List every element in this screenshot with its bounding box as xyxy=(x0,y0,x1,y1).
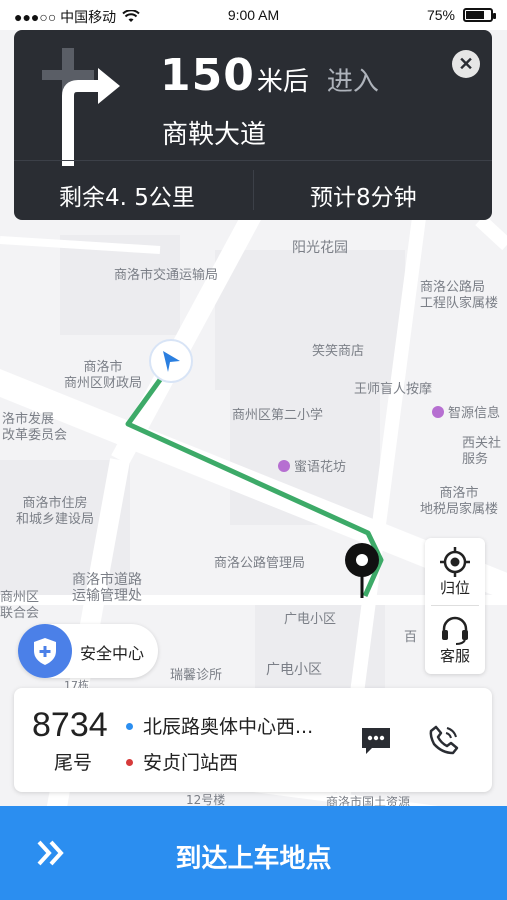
turn-right-arrow-icon xyxy=(42,48,120,166)
map-label: 西关社 服务 xyxy=(462,436,502,467)
map-label: 广电小区 xyxy=(266,662,322,678)
locate-label: 归位 xyxy=(439,579,470,597)
customer-service-label: 客服 xyxy=(439,647,470,665)
turn-action: 进入 xyxy=(326,67,379,97)
map-label: 阳光花园 xyxy=(292,240,348,256)
map-side-controls: 归位 客服 xyxy=(425,538,485,674)
nav-divider xyxy=(14,160,492,161)
map-label: 商洛公路管理局 xyxy=(214,556,306,571)
map-label: 王师盲人按摩 xyxy=(354,382,433,397)
map-label: 瑞馨诊所 xyxy=(170,668,223,683)
locate-button[interactable]: 归位 xyxy=(425,538,485,606)
close-icon: ✕ xyxy=(458,54,474,74)
arrive-pickup-button[interactable]: 到达上车地点 xyxy=(0,806,507,900)
end-location-text: 安贞门站西 xyxy=(143,752,239,774)
navigation-card: 150米后 进入 商鞅大道 ✕ 剩余4. 5公里 预计8分钟 xyxy=(14,30,492,220)
battery-icon xyxy=(463,8,496,22)
estimated-time: 预计8分钟 xyxy=(310,185,417,211)
map-label: 笑笑商店 xyxy=(312,344,365,359)
poi-icon xyxy=(278,460,290,472)
map-label: 商洛公路局 工程队家属楼 xyxy=(420,280,499,311)
distance-unit: 米后 xyxy=(256,67,309,97)
distance-readout: 150米后 进入 xyxy=(160,50,379,101)
plate-number-label: 尾号 xyxy=(54,752,93,774)
map-label-poi: 蜜语花坊 xyxy=(278,460,346,476)
map-label-poi: 智源信息 xyxy=(432,406,500,422)
map-label: 商洛市住房 和城乡建设局 xyxy=(16,496,95,527)
end-location: 安贞门站西 xyxy=(126,748,238,775)
map-label: 洛市发展 改革委员会 xyxy=(2,412,68,443)
map-label: 商洛市 商州区财政局 xyxy=(64,360,143,391)
nav-divider-vertical xyxy=(253,170,254,210)
map-label: 广电小区 xyxy=(284,612,337,627)
start-location-text: 北辰路奥体中心西... xyxy=(143,716,314,738)
shield-icon xyxy=(34,638,56,665)
remaining-distance: 剩余4. 5公里 xyxy=(59,185,195,211)
end-location-dot xyxy=(126,759,133,766)
map-label: 商州区第二小学 xyxy=(232,408,324,423)
arrive-pickup-label: 到达上车地点 xyxy=(175,844,332,874)
headset-icon xyxy=(442,616,468,645)
battery-percent: 75% xyxy=(426,7,455,23)
battery-group: 75% xyxy=(426,7,496,23)
plate-number: 8734 xyxy=(32,706,108,744)
destination-pin-icon xyxy=(345,543,379,598)
map-label: 商洛市道路 运输管理处 xyxy=(72,572,142,604)
map-label: 商州区 联合会 xyxy=(0,590,40,621)
safety-center-label: 安全中心 xyxy=(80,644,145,663)
poi-icon xyxy=(432,406,444,418)
trip-info-card: 8734 尾号 北辰路奥体中心西... 安贞门站西 xyxy=(14,688,492,792)
map-label: 商洛市交通运输局 xyxy=(114,268,219,283)
distance-value: 150 xyxy=(160,50,255,101)
map-label: 商洛市 地税局家属楼 xyxy=(420,486,499,517)
safety-center-button[interactable]: 安全中心 xyxy=(18,624,158,678)
close-button[interactable]: ✕ xyxy=(452,50,480,78)
locate-target-icon xyxy=(440,547,470,577)
status-bar: ●●●○○ 中国移动 9:00 AM 75% xyxy=(0,0,507,30)
start-location: 北辰路奥体中心西... xyxy=(126,712,313,739)
customer-service-button[interactable]: 客服 xyxy=(425,606,485,674)
message-icon[interactable] xyxy=(360,726,392,756)
road-name: 商鞅大道 xyxy=(162,120,267,150)
start-location-dot xyxy=(126,723,133,730)
map-label: 百 xyxy=(404,630,418,645)
current-location-icon xyxy=(149,339,193,383)
shield-badge xyxy=(18,624,72,678)
phone-icon[interactable] xyxy=(428,724,460,756)
